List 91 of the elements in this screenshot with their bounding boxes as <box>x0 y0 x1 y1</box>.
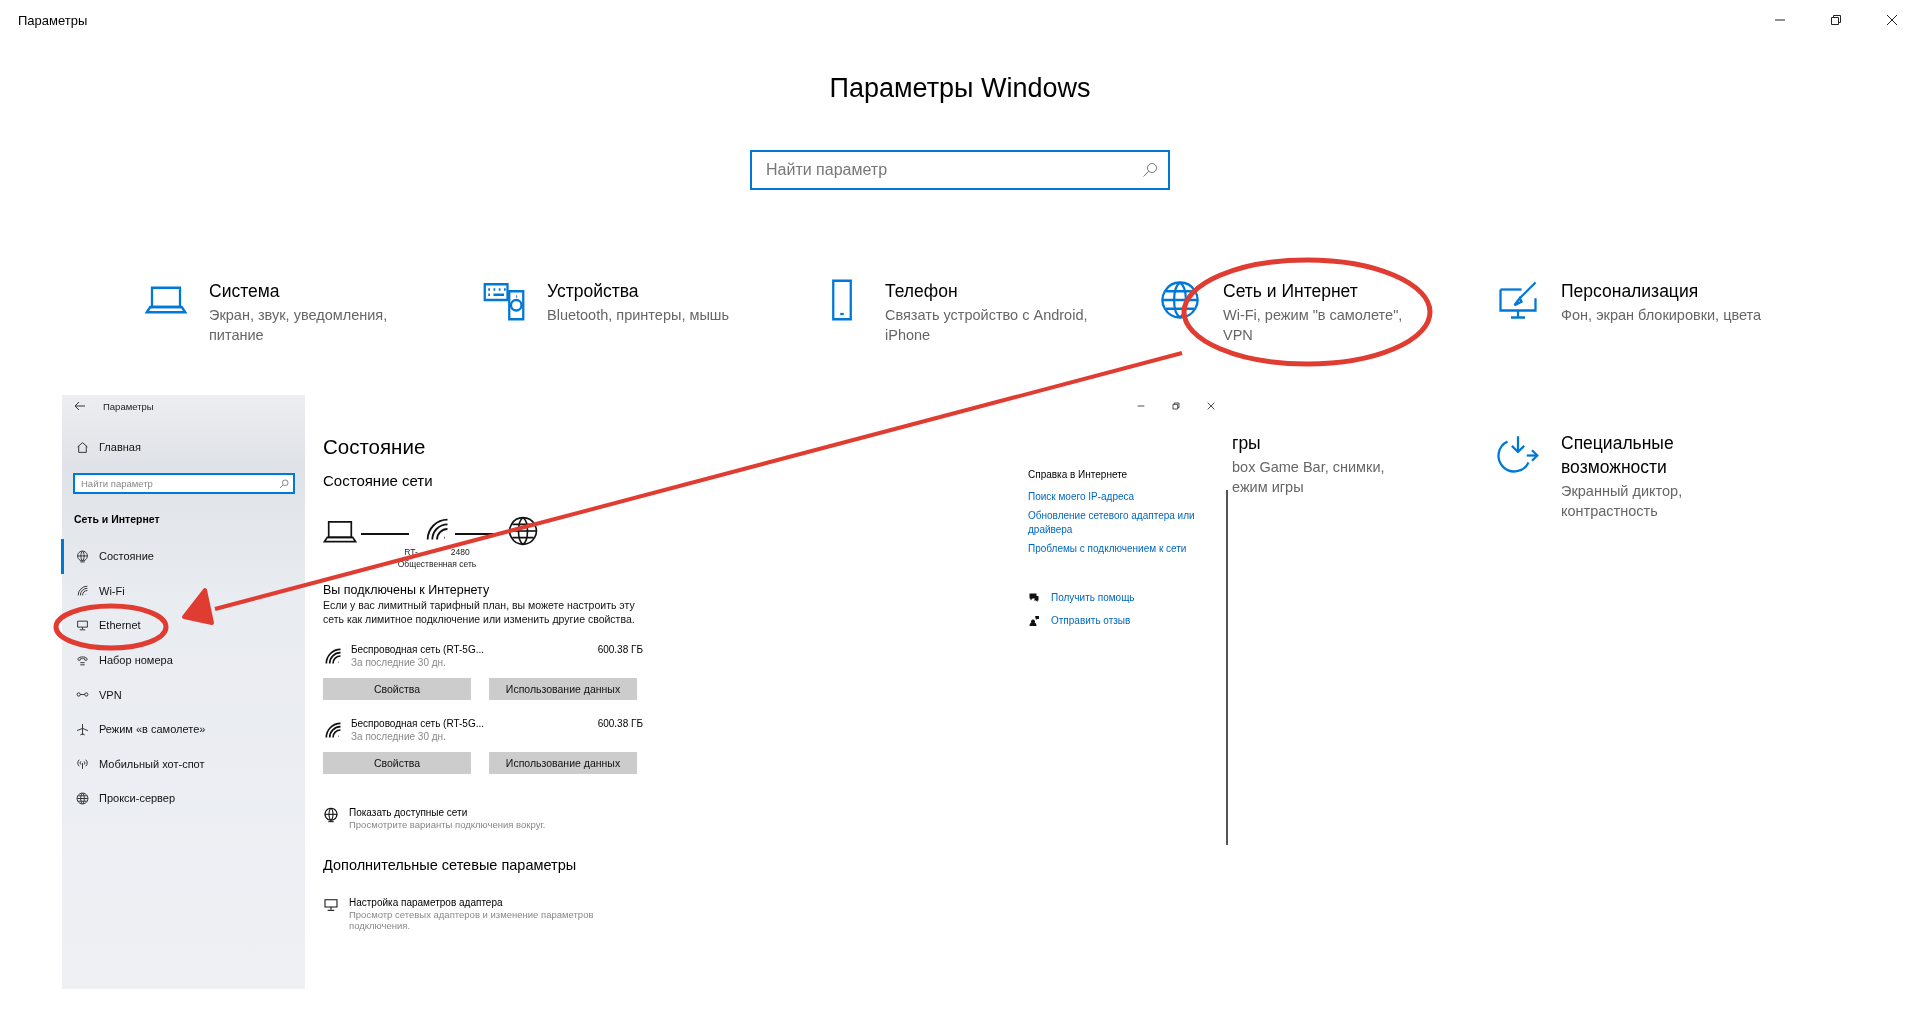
category-title: гры <box>1232 432 1262 455</box>
category-tile[interactable]: Сеть и Интернет Wi-Fi, режим "в самолете", VPN <box>1159 279 1497 345</box>
usage-period: За последние 30 дн. <box>351 731 447 742</box>
help-link[interactable]: Поиск моего IP-адреса <box>1028 490 1218 504</box>
window-title: Параметры <box>103 400 154 412</box>
dialup-icon <box>76 653 89 667</box>
properties-button[interactable]: Свойства <box>323 752 471 774</box>
close-icon <box>1206 402 1215 410</box>
section-heading: Дополнительные сетевые параметры <box>323 856 578 875</box>
action-link[interactable]: Отправить отзыв <box>1051 614 1131 628</box>
category-description: Экран, звук, уведомления, питание <box>209 306 388 345</box>
adapter-settings-link[interactable]: Настройка параметров адаптера <box>349 897 609 908</box>
action-link[interactable]: Получить помощь <box>1051 591 1135 605</box>
properties-button[interactable]: Свойства <box>323 678 471 700</box>
search-icon <box>279 478 289 489</box>
globe-icon <box>76 791 89 805</box>
category-tile[interactable]: Устройства Bluetooth, принтеры, мышь <box>483 279 821 345</box>
category-tile[interactable]: Персонализация Фон, экран блокировки, цвета <box>1497 279 1835 345</box>
category-title: Сеть и Интернет <box>1223 280 1359 303</box>
globe-icon <box>507 515 539 547</box>
person-icon <box>1028 615 1040 627</box>
search-field[interactable]: Найти параметр <box>73 473 295 494</box>
category-tile[interactable]: Телефон Связать устройство с Android, iPhone <box>821 279 1159 345</box>
wifi-icon <box>76 584 89 598</box>
category-description: box Game Bar, снимки, ежим игры <box>1232 458 1385 497</box>
speech-bubble-icon <box>1028 592 1040 604</box>
window-title: Параметры <box>18 12 88 28</box>
home-icon <box>76 440 89 454</box>
help-heading: Справка в Интернете <box>1028 469 1129 480</box>
category-title: Специальные возможности <box>1561 432 1675 479</box>
data-usage: 600.38 ГБ <box>597 718 643 729</box>
connection-name: Беспроводная сеть (RT-5G... <box>351 718 486 729</box>
nav-item[interactable]: Ethernet <box>61 608 295 643</box>
metered-info-text: Если у вас лимитный тарифный план, вы можете настроить эту сеть как лимитное подключение или изменить другие свойства. <box>323 598 636 626</box>
category-title: Система <box>209 280 281 303</box>
back-arrow-icon[interactable] <box>74 401 86 411</box>
globe-icon <box>323 807 339 823</box>
search-icon <box>1142 162 1158 178</box>
search-field[interactable]: Найти параметр <box>750 150 1170 190</box>
nav-item[interactable]: Мобильный хот-спот <box>61 746 295 782</box>
category-title: Персонализация <box>1561 280 1700 303</box>
data-usage: 600.38 ГБ <box>597 644 643 655</box>
hotspot-icon <box>76 757 89 771</box>
connection-line <box>361 533 409 535</box>
category-description: Связать устройство с Android, iPhone <box>885 306 1088 345</box>
section-heading: Состояние сети <box>323 471 434 491</box>
restore-icon <box>1830 14 1842 26</box>
nav-item[interactable]: Набор номера <box>61 642 295 678</box>
category-description: Фон, экран блокировки, цвета <box>1561 306 1762 325</box>
nav-item[interactable]: Режим «в самолете» <box>61 711 295 747</box>
usage-period: За последние 30 дн. <box>351 657 447 668</box>
nav-item[interactable]: VPN <box>61 677 295 712</box>
category-tile[interactable]: Система Экран, звук, уведомления, питание <box>145 279 483 345</box>
category-description: Wi-Fi, режим "в самолете", VPN <box>1223 306 1403 345</box>
network-type: Общественная сеть <box>397 558 477 570</box>
network-name: 2480 <box>450 546 470 558</box>
personalization-icon <box>1497 279 1539 321</box>
section-heading: Сеть и Интернет <box>74 513 161 525</box>
wifi-icon <box>323 720 343 740</box>
airplane-icon <box>76 722 89 736</box>
restore-icon <box>1171 402 1180 410</box>
nav-item[interactable]: Wi-Fi <box>61 573 295 609</box>
status-icon <box>76 549 89 563</box>
ethernet-icon <box>76 619 89 632</box>
wifi-icon <box>323 646 343 666</box>
help-link[interactable]: Обновление сетевого адаптера или драйвера <box>1028 509 1218 537</box>
category-title: Телефон <box>885 280 959 303</box>
page-title: Состояние <box>323 434 427 460</box>
item-description: Просмотр сетевых адаптеров и изменение параметров подключения. <box>349 909 595 931</box>
home-link[interactable]: Главная <box>61 435 295 459</box>
close-icon <box>1886 14 1898 26</box>
category-description: Экранный диктор, контрастность <box>1561 482 1683 521</box>
nav-item[interactable]: Прокси-сервер <box>61 781 295 816</box>
laptop-icon <box>323 519 357 543</box>
network-name: RT- <box>404 546 418 558</box>
monitor-icon <box>323 897 339 913</box>
category-tile[interactable]: гры box Game Bar, снимки, ежим игры <box>1232 431 1497 521</box>
show-networks-link[interactable]: Показать доступные сети <box>349 807 546 818</box>
category-description: Bluetooth, принтеры, мышь <box>547 306 729 325</box>
data-usage-button[interactable]: Использование данных <box>489 678 637 700</box>
category-tile[interactable]: Специальные возможности Экранный диктор, контрастность <box>1497 431 1835 521</box>
help-link[interactable]: Проблемы с подключением к сети <box>1028 542 1218 556</box>
connection-status: Вы подключены к Интернету <box>323 583 491 598</box>
category-title: Устройства <box>547 280 640 303</box>
connection-name: Беспроводная сеть (RT-5G... <box>351 644 486 655</box>
nav-item[interactable]: Состояние <box>61 539 295 574</box>
data-usage-button[interactable]: Использование данных <box>489 752 637 774</box>
globe-icon <box>1159 279 1201 321</box>
item-description: Просмотрите варианты подключения вокруг. <box>349 819 546 830</box>
minimize-icon <box>1136 402 1145 410</box>
page-heading: Параметры Windows <box>828 72 1092 105</box>
